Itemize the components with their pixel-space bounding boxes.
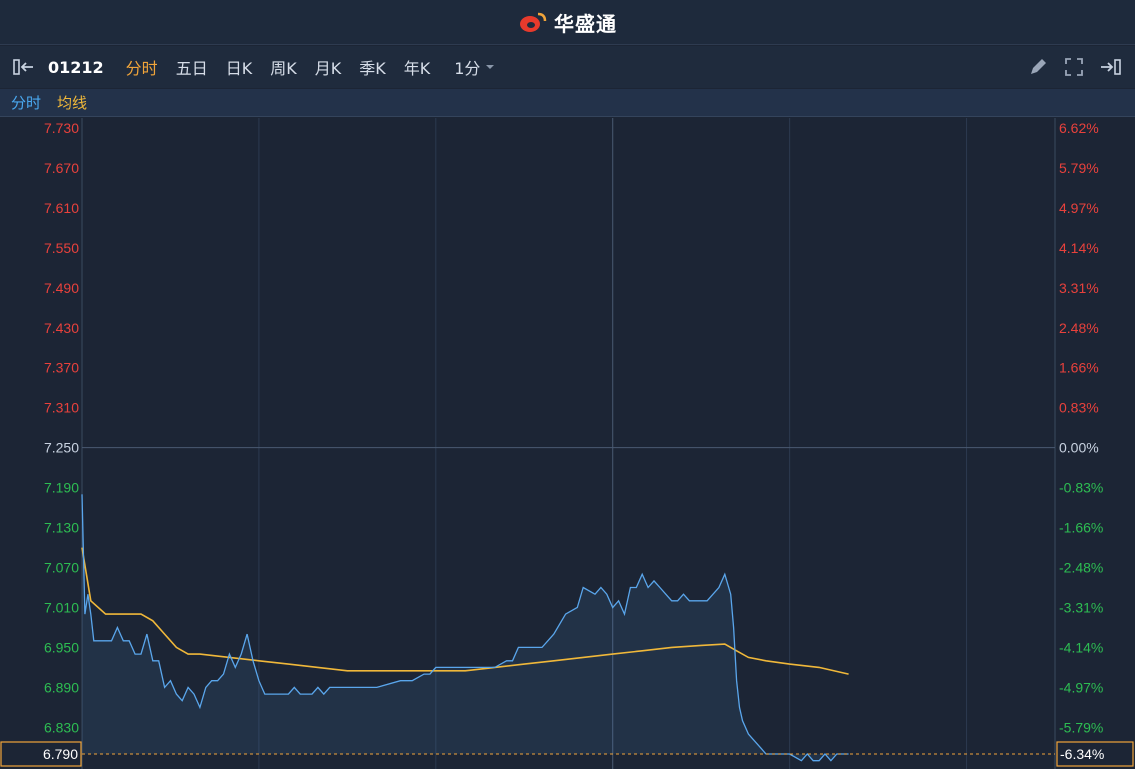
tab-monthly-k[interactable]: 月K	[315, 55, 342, 79]
price-tick-label: 7.670	[44, 160, 79, 176]
percent-tick-label: 2.48%	[1059, 320, 1099, 336]
series-legend: 分时 均线	[0, 89, 1135, 117]
percent-tick-label: -1.66%	[1059, 520, 1103, 536]
stock-code: 01212	[48, 57, 104, 77]
percent-tick-label: 6.62%	[1059, 120, 1099, 136]
current-percent-box: -6.34%	[1056, 741, 1134, 767]
price-tick-label: 6.830	[44, 719, 79, 735]
legend-price: 分时	[11, 94, 42, 112]
price-tick-label: 7.190	[44, 480, 79, 496]
percent-tick-label: 0.00%	[1059, 440, 1099, 456]
tab-intraday[interactable]: 分时	[126, 55, 158, 79]
interval-dropdown[interactable]: 1分	[454, 55, 500, 79]
price-tick-label: 6.950	[44, 639, 79, 655]
interval-value: 1分	[454, 59, 481, 78]
intraday-chart[interactable]: 7.730 7.670 7.610 7.550 7.490 7.430 7.370 7.310…	[0, 118, 1135, 769]
price-tick-label: 7.250	[44, 440, 79, 456]
tab-five-day[interactable]: 五日	[176, 55, 208, 79]
fullscreen-icon[interactable]	[1063, 56, 1085, 78]
price-axis: 7.730 7.670 7.610 7.550 7.490 7.430 7.370 7.310…	[44, 120, 79, 735]
title-bar: 华盛通	[0, 0, 1135, 45]
price-tick-label: 7.310	[44, 400, 79, 416]
tab-daily-k[interactable]: 日K	[226, 55, 253, 79]
percent-tick-label: 4.14%	[1059, 240, 1099, 256]
percent-axis: 6.62% 5.79% 4.97% 4.14% 3.31% 2.48% 1.66% 0.83%…	[1059, 120, 1103, 735]
percent-tick-label: 0.83%	[1059, 400, 1099, 416]
percent-tick-label: -2.48%	[1059, 560, 1103, 576]
collapse-right-icon[interactable]	[1099, 56, 1123, 78]
tab-weekly-k[interactable]: 周K	[270, 55, 297, 79]
current-price-value: 6.790	[43, 746, 78, 762]
percent-tick-label: 3.31%	[1059, 280, 1099, 296]
current-percent-value: -6.34%	[1060, 746, 1104, 762]
current-price-box: 6.790	[0, 741, 82, 767]
chart-toolbar: 01212 分时 五日 日K 周K 月K 季K 年K 1分	[0, 46, 1135, 88]
price-tick-label: 7.490	[44, 280, 79, 296]
percent-tick-label: 5.79%	[1059, 160, 1099, 176]
percent-tick-label: -5.79%	[1059, 719, 1103, 735]
percent-tick-label: -4.14%	[1059, 639, 1103, 655]
price-tick-label: 7.070	[44, 560, 79, 576]
app-name: 华盛通	[554, 11, 617, 36]
app-logo: 华盛通	[518, 8, 617, 37]
price-tick-label: 7.730	[44, 120, 79, 136]
collapse-left-icon[interactable]	[12, 55, 40, 79]
price-tick-label: 7.430	[44, 320, 79, 336]
percent-tick-label: -4.97%	[1059, 679, 1103, 695]
price-tick-label: 7.010	[44, 599, 79, 615]
price-tick-label: 7.130	[44, 520, 79, 536]
tab-yearly-k[interactable]: 年K	[404, 55, 431, 79]
chevron-down-icon	[486, 65, 495, 69]
percent-tick-label: 4.97%	[1059, 200, 1099, 216]
legend-average: 均线	[57, 94, 88, 112]
price-tick-label: 7.370	[44, 360, 79, 376]
percent-tick-label: -0.83%	[1059, 480, 1103, 496]
percent-tick-label: 1.66%	[1059, 360, 1099, 376]
weibo-logo-icon	[520, 12, 547, 32]
percent-tick-label: -3.31%	[1059, 599, 1103, 615]
price-tick-label: 7.550	[44, 240, 79, 256]
tab-quarterly-k[interactable]: 季K	[359, 55, 386, 79]
price-tick-label: 7.610	[44, 200, 79, 216]
pencil-icon[interactable]	[1027, 56, 1049, 78]
price-tick-label: 6.890	[44, 679, 79, 695]
